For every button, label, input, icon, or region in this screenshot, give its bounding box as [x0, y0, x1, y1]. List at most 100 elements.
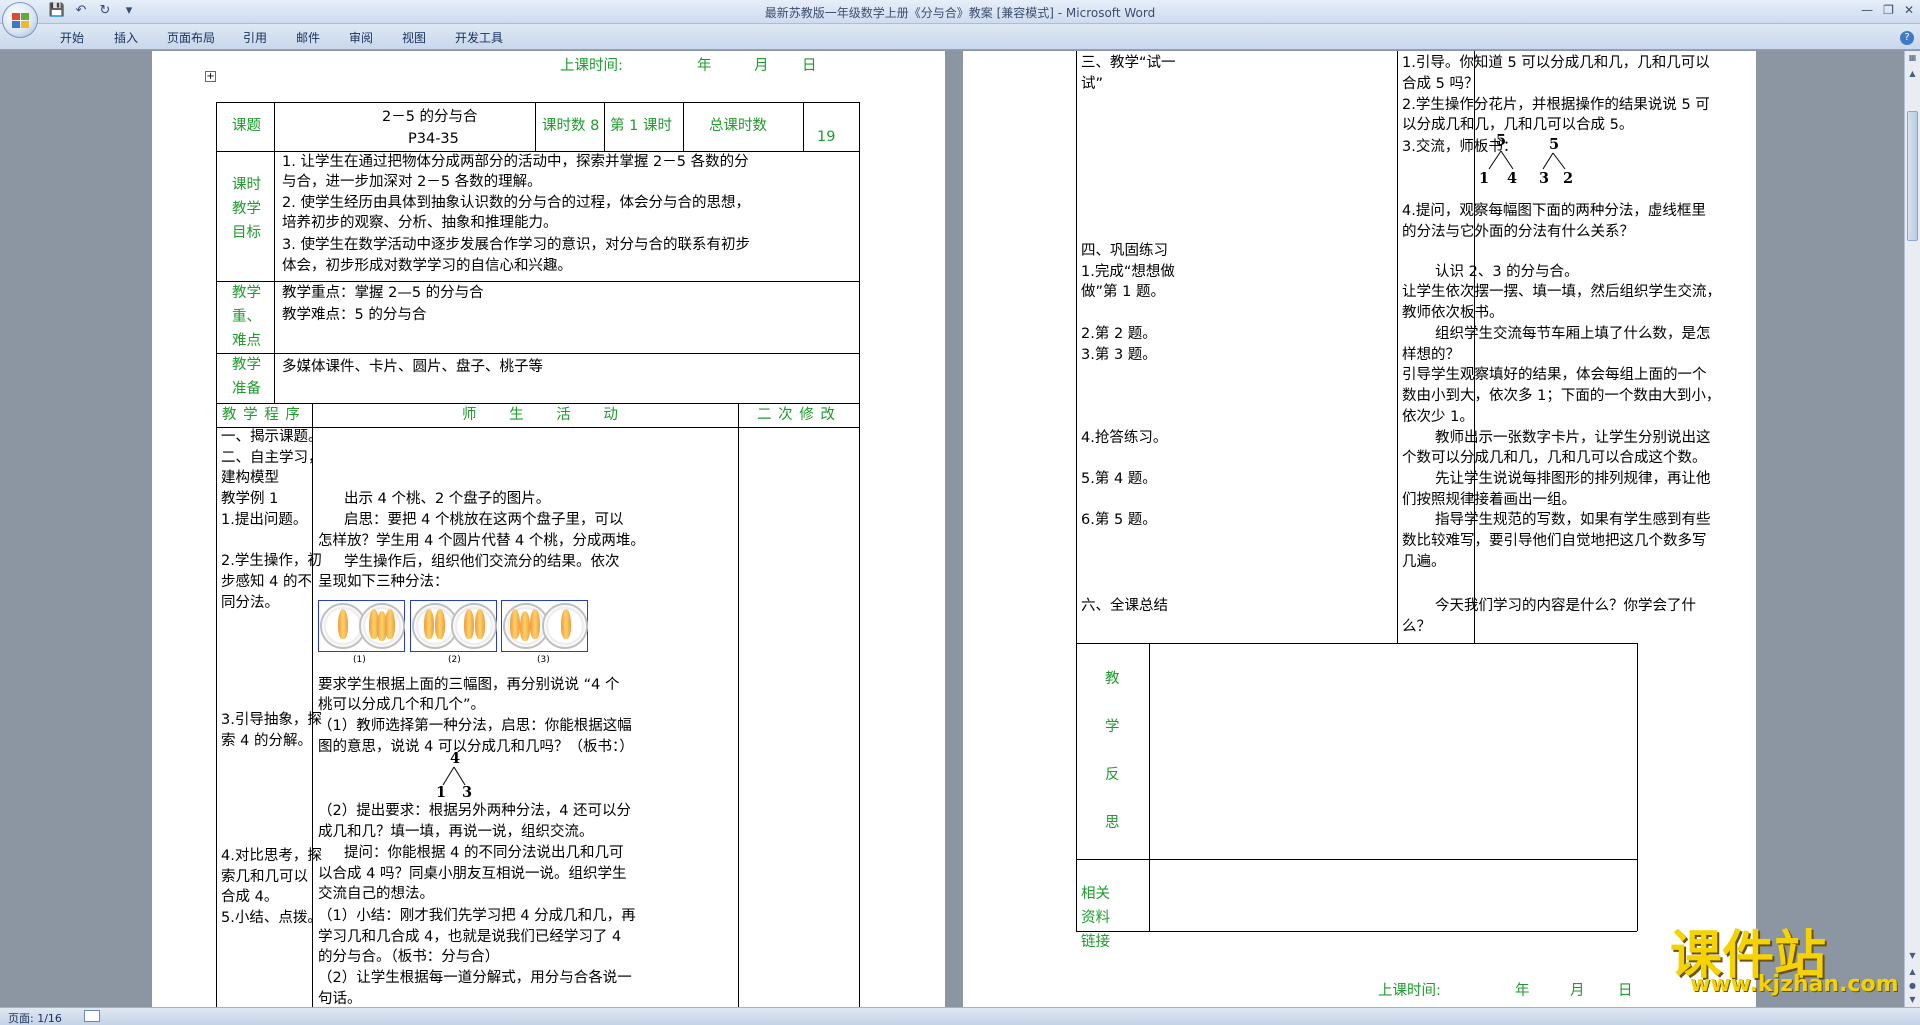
stage-label: 1.完成“想想做 [1081, 264, 1175, 280]
activity-line: （1）小结：刚才我们先学习把 4 分成几和几，再 [318, 908, 636, 924]
activity-line: 合成 5 吗？ [1402, 76, 1479, 92]
stage-label: 4.抢答练习。 [1081, 430, 1168, 446]
proofing-icon[interactable] [84, 1010, 100, 1022]
procedure-step: 合成 4。 [221, 889, 279, 905]
close-icon[interactable]: ✕ [1904, 3, 1914, 17]
reflection-label-4: 思 [1105, 815, 1120, 831]
activity-line: 让学生依次摆一摆、填一填，然后组织学生交流， [1402, 284, 1721, 300]
vertical-scrollbar[interactable]: ▦ ▲ ▼ ▲ ● ▼ [1904, 51, 1920, 1007]
procedure-step: 1.提出问题。 [221, 512, 308, 528]
figure-label: (1) [353, 655, 366, 665]
stage-label: 六、全课总结 [1081, 598, 1168, 614]
activity-header: 师 生 活 动 [462, 407, 618, 423]
scroll-down-icon[interactable]: ▼ [1905, 951, 1920, 965]
help-icon[interactable]: ? [1900, 31, 1914, 45]
activity-line: 出示 4 个桃、2 个盘子的图片。 [344, 491, 551, 507]
activity-line: 以合成 4 吗？同桌小朋友互相说一说。组织学生 [318, 866, 627, 882]
tab-page-layout[interactable]: 页面布局 [167, 29, 215, 46]
resources-label-1: 相关 [1081, 886, 1110, 902]
revise-header: 二 次 修 改 [757, 407, 836, 423]
prep-text: 多媒体课件、卡片、圆片、盘子、桃子等 [282, 359, 543, 375]
class-time-month: 月 [754, 58, 769, 74]
class-time-year: 年 [697, 58, 712, 74]
keypoint-line: 教学难点：5 的分与合 [282, 307, 427, 323]
activity-line: 句话。 [318, 991, 362, 1007]
activity-line: 桃可以分成几个和几个”。 [318, 697, 486, 713]
tab-home[interactable]: 开始 [60, 29, 84, 46]
objectives-label-2: 教学 [232, 201, 261, 217]
scroll-up-icon[interactable]: ▲ [1905, 69, 1920, 83]
plate-group-3 [501, 600, 588, 652]
browse-object-icon[interactable]: ● [1905, 981, 1920, 995]
objective-line: 培养初步的观察、分析、抽象和推理能力。 [282, 215, 558, 231]
activity-line: （2）提出要求：根据另外两种分法，4 还可以分 [318, 803, 632, 819]
activity-line: 启思：要把 4 个桃放在这两个盘子里，可以 [344, 512, 624, 528]
procedure-header: 教 学 程 序 [222, 407, 301, 423]
page-indicator[interactable]: 页面: 1/16 [8, 1010, 62, 1025]
stage-label: 6.第 5 题。 [1081, 512, 1157, 528]
class-time-day: 日 [802, 58, 817, 74]
activity-line: 怎样放？学生用 4 个圆片代替 4 个桃，分成两堆。 [318, 533, 645, 549]
activity-line: 教师出示一张数字卡片，让学生分别说出这 [1435, 430, 1711, 446]
scroll-thumb[interactable] [1907, 111, 1918, 241]
procedure-step: 5.小结、点拨。 [221, 910, 322, 926]
topic-pages: P34-35 [408, 131, 459, 147]
keypoints-label-2: 重、 [232, 309, 261, 325]
stage-label: 2.第 2 题。 [1081, 326, 1157, 342]
keypoint-line: 教学重点：掌握 2—5 的分与合 [282, 285, 484, 301]
tab-mailings[interactable]: 邮件 [296, 29, 320, 46]
figure-label: (2) [448, 655, 461, 665]
objective-line: 体会，初步形成对数学学习的自信心和兴趣。 [282, 258, 572, 274]
activity-line: 组织学生交流每节车厢上填了什么数，是怎 [1435, 326, 1711, 342]
tab-insert[interactable]: 插入 [114, 29, 138, 46]
ruler-toggle-icon[interactable]: ▦ [1905, 53, 1920, 67]
objective-line: 2. 使学生经历由具体到抽象认识数的分与合的过程，体会分与合的思想， [282, 195, 750, 211]
document-page-2[interactable]: 三、教学“试一 试” 四、巩固练习 1.完成“想想做 做”第 1 题。 2.第 … [963, 51, 1756, 1007]
minimize-icon[interactable]: — [1861, 3, 1873, 17]
objectives-label-1: 课时 [232, 177, 261, 193]
tree5a-top: 5 [1496, 132, 1507, 149]
ribbon-tabs: 开始 插入 页面布局 引用 邮件 审阅 视图 开发工具 [0, 24, 1920, 50]
topic-title: 2－5 的分与合 [382, 109, 478, 125]
watermark-url: www.kjzhan.com [1690, 972, 1899, 997]
activity-line: 指导学生规范的写数，如果有学生感到有些 [1435, 512, 1711, 528]
activity-line: 呈现如下三种分法： [318, 574, 449, 590]
activity-line: 的分法与它外面的分法有什么关系？ [1402, 224, 1634, 240]
activity-line: 学习几和几合成 4，也就是说我们已经学习了 4 [318, 929, 622, 945]
activity-line: 数由小到大，依次多 1；下面的一个数由大到小， [1402, 388, 1721, 404]
tab-view[interactable]: 视图 [402, 29, 426, 46]
topic-label: 课题 [232, 118, 261, 134]
reflection-label-2: 学 [1105, 719, 1120, 735]
office-button[interactable] [2, 2, 38, 38]
document-page-1[interactable]: 上课时间: 年 月 日 + 课题 2－5 的分与合 P34-35 课时数 8 第… [152, 51, 945, 1007]
activity-line: 2.学生操作分花片，并根据操作的结果说说 5 可 [1402, 97, 1710, 113]
activity-line: 么？ [1402, 619, 1431, 635]
previous-page-icon[interactable]: ▲ [1905, 967, 1920, 981]
footer-class-time-label: 上课时间: [1378, 983, 1441, 999]
class-time-label: 上课时间: [560, 58, 623, 74]
prep-label-1: 教学 [232, 357, 261, 373]
activity-line: 图的意思，说说 4 可以分成几和几吗？（板书：） [318, 739, 634, 755]
procedure-step: 3.引导抽象，探 [221, 712, 322, 728]
total-hours-value: 19 [817, 129, 836, 145]
procedure-step: 教学例 1 [221, 491, 279, 507]
objective-line: 1. 让学生在通过把物体分成两部分的活动中，探索并掌握 2－5 各数的分 [282, 154, 749, 170]
activity-line: 交流自己的想法。 [318, 886, 434, 902]
procedure-step: 建构模型 [221, 470, 279, 486]
tab-developer[interactable]: 开发工具 [455, 29, 503, 46]
tab-review[interactable]: 审阅 [349, 29, 373, 46]
tab-references[interactable]: 引用 [243, 29, 267, 46]
procedure-step: 同分法。 [221, 595, 279, 611]
tree4-left: 1 [436, 784, 447, 801]
lesson-number: 第 1 课时 [610, 118, 672, 134]
tree5b-left: 3 [1539, 170, 1550, 187]
reflection-label-3: 反 [1105, 767, 1120, 783]
table-move-handle-icon[interactable]: + [205, 71, 216, 82]
restore-icon[interactable]: ❐ [1883, 3, 1894, 17]
activity-line: 1.引导。你知道 5 可以分成几和几，几和几可以 [1402, 55, 1710, 71]
resources-label-2: 资料 [1081, 910, 1110, 926]
objective-line: 3. 使学生在数学活动中逐步发展合作学习的意识，对分与合的联系有初步 [282, 237, 750, 253]
tree5b-right: 2 [1563, 170, 1574, 187]
procedure-step: 二、自主学习， [221, 450, 323, 466]
keypoints-label-1: 教学 [232, 285, 261, 301]
